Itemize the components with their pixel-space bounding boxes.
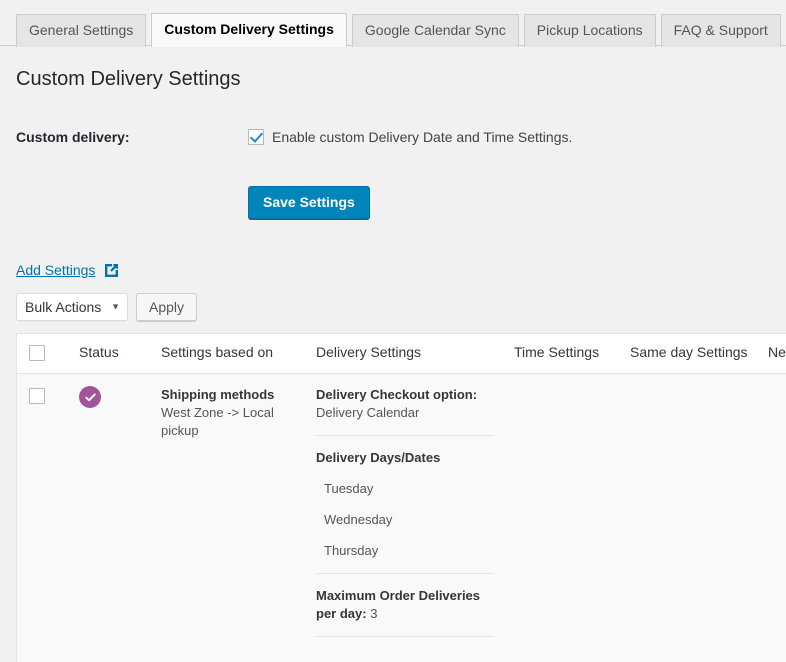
- tab-custom-delivery-settings[interactable]: Custom Delivery Settings: [151, 13, 347, 47]
- save-settings-row: Save Settings: [16, 186, 770, 219]
- custom-delivery-label: Custom delivery:: [16, 128, 248, 146]
- settings-tab-bar: General Settings Custom Delivery Setting…: [0, 0, 786, 46]
- tab-google-calendar-sync[interactable]: Google Calendar Sync: [352, 14, 519, 47]
- header-delivery-settings: Delivery Settings: [306, 334, 504, 374]
- page-title: Custom Delivery Settings: [16, 66, 770, 92]
- select-all-checkbox[interactable]: [29, 345, 45, 361]
- header-settings-based-on: Settings based on: [151, 334, 306, 374]
- tab-general-settings[interactable]: General Settings: [16, 14, 146, 47]
- list-item: Thursday: [316, 542, 494, 560]
- external-link-icon[interactable]: [103, 262, 120, 279]
- add-settings-row: Add Settings: [16, 261, 770, 279]
- page-content: Custom Delivery Settings Custom delivery…: [0, 66, 786, 662]
- header-next-day-settings: Next day Settings: [758, 334, 786, 374]
- based-on-value: West Zone -> Local pickup: [161, 404, 296, 440]
- bulk-actions-select-wrap: Bulk Actions ▼: [16, 293, 128, 321]
- apply-bulk-action-button[interactable]: Apply: [136, 293, 197, 321]
- delivery-days-heading: Delivery Days/Dates: [316, 449, 494, 467]
- max-deliveries-value: 3: [370, 606, 377, 621]
- list-item: Wednesday: [316, 511, 494, 529]
- bulk-actions-row: Bulk Actions ▼ Apply: [16, 293, 770, 321]
- tab-pickup-locations[interactable]: Pickup Locations: [524, 14, 656, 47]
- delivery-settings-table: Status Settings based on Delivery Settin…: [16, 333, 786, 662]
- row-time-settings-cell: [504, 374, 620, 662]
- row-status-cell: [69, 374, 151, 662]
- custom-delivery-form-row: Custom delivery: Enable custom Delivery …: [16, 128, 770, 146]
- checkout-option-label: Delivery Checkout option:: [316, 386, 494, 404]
- based-on-title: Shipping methods: [161, 386, 296, 404]
- table-row: Shipping methods West Zone -> Local pick…: [17, 374, 786, 662]
- header-status: Status: [69, 334, 151, 374]
- row-delivery-settings-cell: Delivery Checkout option: Delivery Calen…: [306, 374, 504, 662]
- divider: [316, 636, 494, 637]
- max-deliveries-block: Maximum Order Deliveries per day: 3: [316, 587, 494, 623]
- header-same-day-settings: Same day Settings: [620, 334, 758, 374]
- divider: [316, 573, 494, 574]
- row-next-day-settings-cell: [758, 374, 786, 662]
- checkout-option-block: Delivery Checkout option: Delivery Calen…: [316, 386, 494, 422]
- tab-faq-support[interactable]: FAQ & Support: [661, 14, 781, 47]
- row-select-checkbox[interactable]: [29, 388, 45, 404]
- enable-custom-delivery-label: Enable custom Delivery Date and Time Set…: [272, 128, 572, 146]
- list-item: Tuesday: [316, 480, 494, 498]
- add-settings-link[interactable]: Add Settings: [16, 261, 95, 279]
- row-select-cell: [17, 374, 70, 662]
- table-body: Shipping methods West Zone -> Local pick…: [17, 374, 786, 662]
- enable-custom-delivery-field[interactable]: Enable custom Delivery Date and Time Set…: [248, 128, 572, 146]
- row-settings-based-on-cell: Shipping methods West Zone -> Local pick…: [151, 374, 306, 662]
- select-all-header: [17, 334, 70, 374]
- divider: [316, 435, 494, 436]
- row-same-day-settings-cell: [620, 374, 758, 662]
- header-time-settings: Time Settings: [504, 334, 620, 374]
- bulk-actions-select[interactable]: Bulk Actions: [16, 293, 128, 321]
- check-circle-icon[interactable]: [79, 386, 101, 408]
- table-head: Status Settings based on Delivery Settin…: [17, 334, 786, 374]
- enable-custom-delivery-checkbox[interactable]: [248, 129, 264, 145]
- checkout-option-value: Delivery Calendar: [316, 404, 494, 422]
- save-settings-button[interactable]: Save Settings: [248, 186, 370, 219]
- table-header-row: Status Settings based on Delivery Settin…: [17, 334, 786, 374]
